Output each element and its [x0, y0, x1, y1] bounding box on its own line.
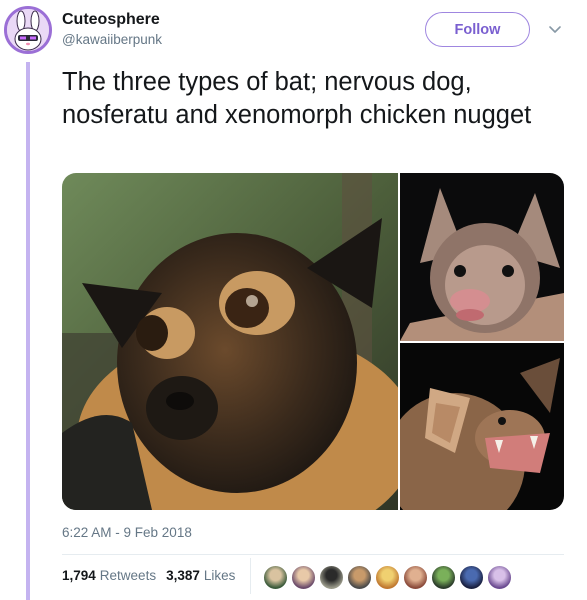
liker-avatar[interactable] [347, 565, 372, 590]
author-avatar[interactable] [4, 6, 52, 54]
liker-avatar[interactable] [431, 565, 456, 590]
liker-avatar[interactable] [319, 565, 344, 590]
tweet-timestamp[interactable]: 6:22 AM - 9 Feb 2018 [62, 525, 192, 540]
stats-separator [250, 558, 251, 594]
follow-button[interactable]: Follow [425, 12, 530, 47]
liker-avatar[interactable] [403, 565, 428, 590]
photo-flying-fox[interactable] [62, 173, 398, 510]
chevron-down-icon[interactable] [546, 20, 564, 38]
retweets-stat[interactable]: 1,794 Retweets [62, 568, 156, 583]
thread-line [26, 62, 30, 600]
author-display-name[interactable]: Cuteosphere [62, 11, 160, 29]
tweet-media-grid [62, 173, 564, 510]
liker-avatars [263, 565, 515, 590]
stats-divider [62, 554, 564, 555]
likes-count: 3,387 [166, 568, 200, 583]
likes-stat[interactable]: 3,387 Likes [166, 568, 235, 583]
liker-avatar[interactable] [487, 565, 512, 590]
liker-avatar[interactable] [459, 565, 484, 590]
photo-brown-bat[interactable] [400, 343, 564, 510]
bunny-avatar-icon [7, 9, 49, 51]
liker-avatar[interactable] [291, 565, 316, 590]
liker-avatar[interactable] [263, 565, 288, 590]
tweet-stats: 1,794 Retweets 3,387 Likes [62, 568, 245, 583]
likes-label: Likes [203, 568, 236, 583]
photo-vampire-bat[interactable] [400, 173, 564, 341]
tweet-text: The three types of bat; nervous dog, nos… [62, 68, 532, 129]
author-handle[interactable]: @kawaiiberpunk [62, 32, 162, 47]
retweets-count: 1,794 [62, 568, 96, 583]
liker-avatar[interactable] [375, 565, 400, 590]
retweets-label: Retweets [99, 568, 157, 583]
